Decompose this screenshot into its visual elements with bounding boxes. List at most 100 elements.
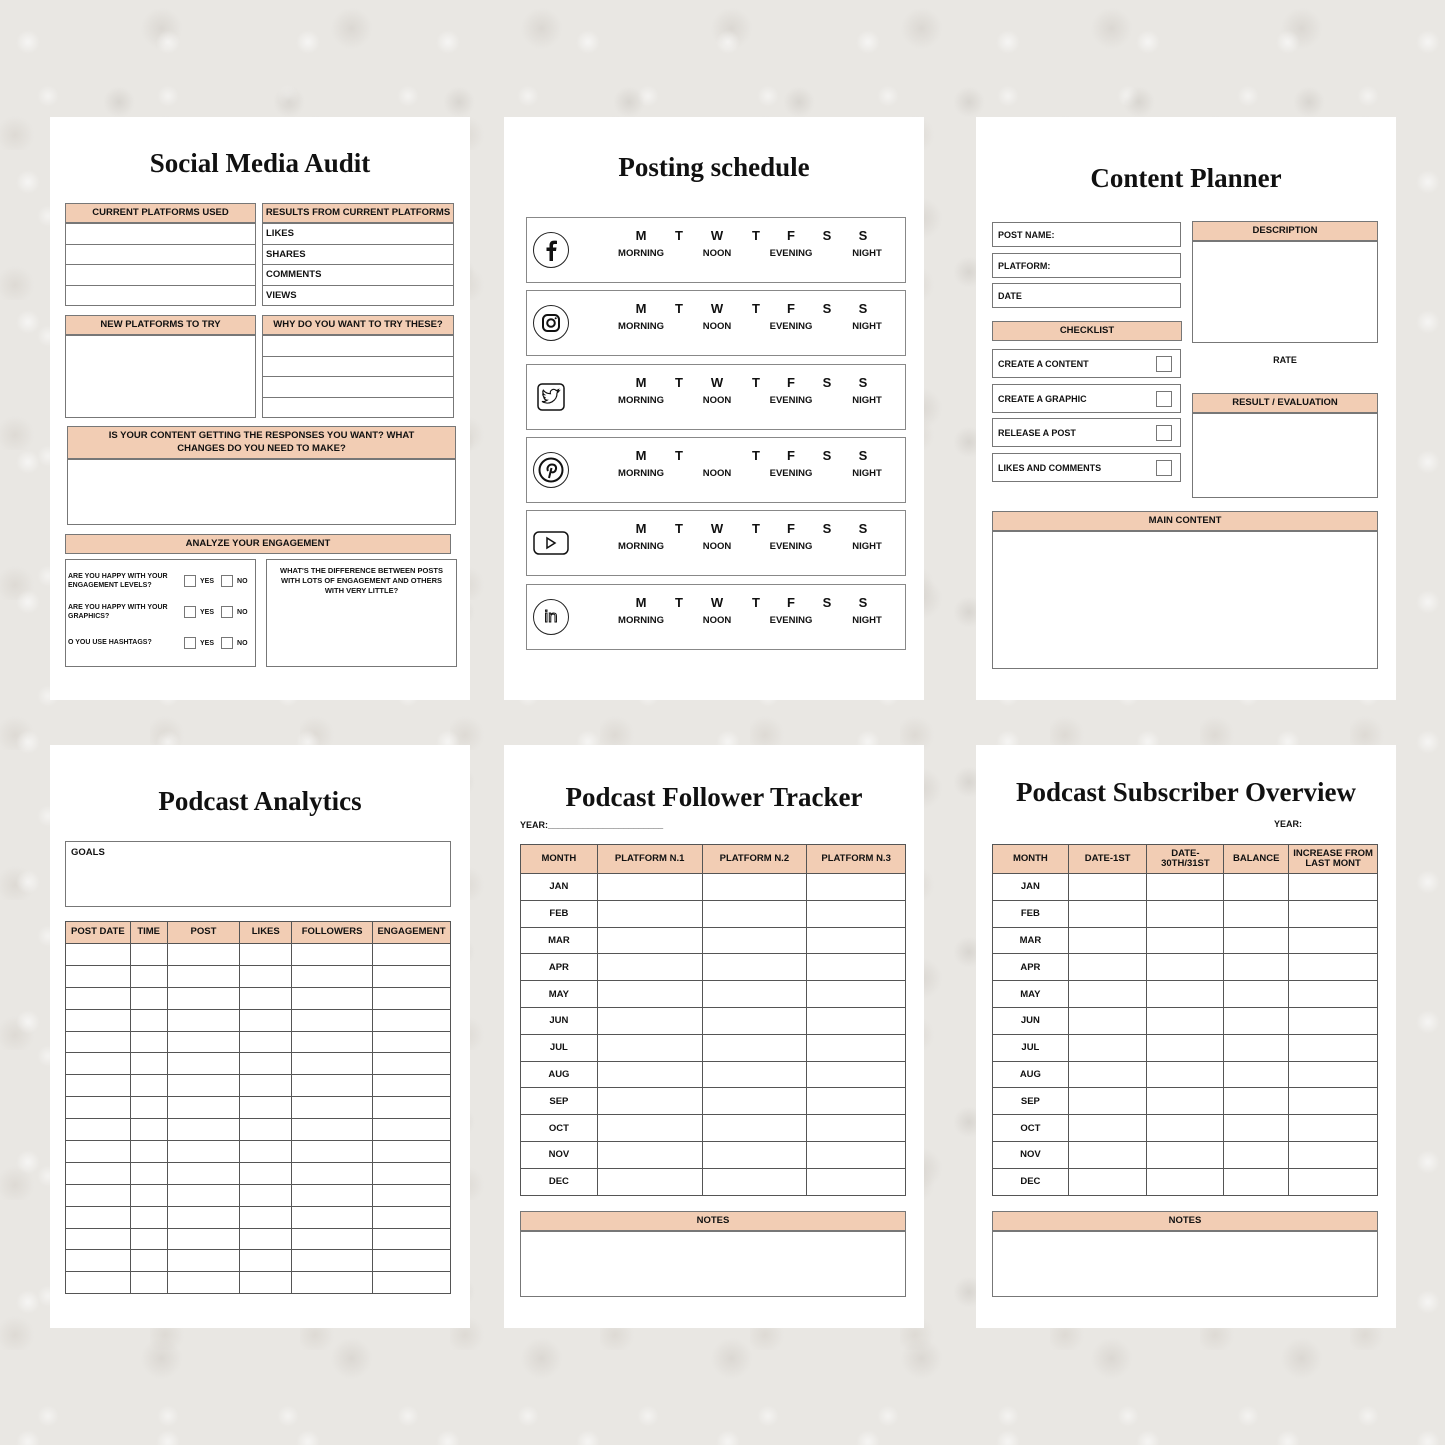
- day-letter[interactable]: W: [711, 375, 723, 390]
- day-letter[interactable]: F: [787, 595, 795, 610]
- table-cell[interactable]: [239, 1205, 293, 1229]
- time-slot[interactable]: MORNING: [618, 321, 664, 332]
- table-cell[interactable]: [166, 1008, 241, 1032]
- table-cell[interactable]: [239, 1118, 293, 1142]
- day-letter[interactable]: F: [787, 448, 795, 463]
- checkbox[interactable]: [1156, 424, 1172, 441]
- goals-box[interactable]: GOALS: [65, 841, 451, 907]
- day-letter[interactable]: M: [636, 595, 647, 610]
- table-cell[interactable]: [1067, 1006, 1148, 1035]
- table-cell[interactable]: [239, 964, 293, 988]
- day-letter[interactable]: M: [636, 521, 647, 536]
- table-cell[interactable]: [166, 1052, 241, 1076]
- checklist-item[interactable]: CREATE A GRAPHIC: [992, 384, 1181, 413]
- time-slot[interactable]: MORNING: [618, 248, 664, 259]
- time-slot[interactable]: NIGHT: [852, 615, 882, 626]
- table-cell[interactable]: [701, 873, 808, 901]
- table-cell[interactable]: [1067, 926, 1148, 955]
- table-cell[interactable]: [701, 1114, 808, 1142]
- table-cell[interactable]: [806, 1114, 906, 1142]
- time-slot[interactable]: EVENING: [770, 541, 813, 552]
- table-cell[interactable]: [701, 926, 808, 955]
- table-cell[interactable]: [239, 1052, 293, 1076]
- table-cell[interactable]: [129, 1008, 168, 1032]
- table-cell[interactable]: [166, 1161, 241, 1185]
- table-cell[interactable]: [596, 1033, 703, 1062]
- table-cell[interactable]: [596, 1114, 703, 1142]
- result-box[interactable]: [1192, 413, 1378, 498]
- table-cell[interactable]: [166, 1227, 241, 1251]
- table-cell[interactable]: [166, 1096, 241, 1120]
- table-cell[interactable]: [806, 1006, 906, 1035]
- day-letter[interactable]: S: [859, 301, 868, 316]
- table-cell[interactable]: [166, 1140, 241, 1163]
- table-cell[interactable]: [596, 873, 703, 901]
- day-letter[interactable]: F: [787, 375, 795, 390]
- table-cell[interactable]: [1067, 1033, 1148, 1062]
- year-label[interactable]: YEAR:: [1274, 819, 1302, 829]
- current-platforms-list[interactable]: [65, 223, 256, 306]
- table-cell[interactable]: [239, 986, 293, 1010]
- day-letter[interactable]: T: [675, 448, 683, 463]
- table-cell[interactable]: [1146, 1033, 1225, 1062]
- time-slot[interactable]: NIGHT: [852, 468, 882, 479]
- day-letter[interactable]: W: [711, 521, 723, 536]
- table-cell[interactable]: [1223, 1140, 1290, 1169]
- table-cell[interactable]: [701, 1060, 808, 1089]
- table-cell[interactable]: [239, 1183, 293, 1207]
- table-cell[interactable]: [596, 953, 703, 982]
- day-letter[interactable]: M: [636, 228, 647, 243]
- why-list[interactable]: [262, 335, 454, 418]
- table-cell[interactable]: [129, 1030, 168, 1054]
- table-cell[interactable]: [166, 1183, 241, 1207]
- time-slot[interactable]: NOON: [703, 541, 732, 552]
- new-platforms-box[interactable]: [65, 335, 256, 418]
- date-field[interactable]: DATE: [992, 283, 1181, 308]
- table-cell[interactable]: [291, 1140, 374, 1163]
- table-cell[interactable]: [291, 1074, 374, 1098]
- day-letter[interactable]: F: [787, 228, 795, 243]
- table-cell[interactable]: [372, 986, 451, 1010]
- day-letter[interactable]: F: [787, 521, 795, 536]
- platform-field[interactable]: PLATFORM:: [992, 253, 1181, 278]
- table-cell[interactable]: [166, 1030, 241, 1054]
- table-cell[interactable]: [129, 1140, 168, 1163]
- table-cell[interactable]: [129, 1052, 168, 1076]
- table-cell[interactable]: [806, 899, 906, 928]
- table-cell[interactable]: [806, 980, 906, 1008]
- table-cell[interactable]: [129, 1183, 168, 1207]
- table-cell[interactable]: [1223, 980, 1290, 1008]
- difference-box[interactable]: WHAT'S THE DIFFERENCE BETWEEN POSTS WITH…: [266, 559, 457, 667]
- table-cell[interactable]: [701, 980, 808, 1008]
- responses-answer-box[interactable]: [67, 459, 456, 525]
- day-letter[interactable]: T: [675, 595, 683, 610]
- day-letter[interactable]: T: [752, 375, 760, 390]
- table-cell[interactable]: [1288, 1140, 1378, 1169]
- table-cell[interactable]: [1288, 1060, 1378, 1089]
- time-slot[interactable]: MORNING: [618, 395, 664, 406]
- time-slot[interactable]: EVENING: [770, 615, 813, 626]
- year-label[interactable]: YEAR:_______________________: [520, 820, 663, 830]
- table-cell[interactable]: [372, 1227, 451, 1251]
- table-cell[interactable]: [239, 1271, 293, 1295]
- table-cell[interactable]: [1223, 926, 1290, 955]
- time-slot[interactable]: EVENING: [770, 395, 813, 406]
- table-cell[interactable]: [65, 1271, 131, 1295]
- table-cell[interactable]: [239, 1227, 293, 1251]
- table-cell[interactable]: [701, 1006, 808, 1035]
- table-cell[interactable]: [806, 1087, 906, 1116]
- day-letter[interactable]: W: [711, 228, 723, 243]
- table-cell[interactable]: [291, 1008, 374, 1032]
- table-cell[interactable]: [1223, 1006, 1290, 1035]
- table-cell[interactable]: [166, 1074, 241, 1098]
- table-cell[interactable]: [1146, 953, 1225, 982]
- table-cell[interactable]: [372, 1030, 451, 1054]
- table-cell[interactable]: [65, 1227, 131, 1251]
- table-cell[interactable]: [1288, 1114, 1378, 1142]
- time-slot[interactable]: NOON: [703, 321, 732, 332]
- table-cell[interactable]: [291, 1271, 374, 1295]
- table-cell[interactable]: [291, 943, 374, 966]
- day-letter[interactable]: T: [752, 228, 760, 243]
- table-cell[interactable]: [65, 1205, 131, 1229]
- results-list[interactable]: LIKES SHARES COMMENTS VIEWS: [262, 223, 454, 306]
